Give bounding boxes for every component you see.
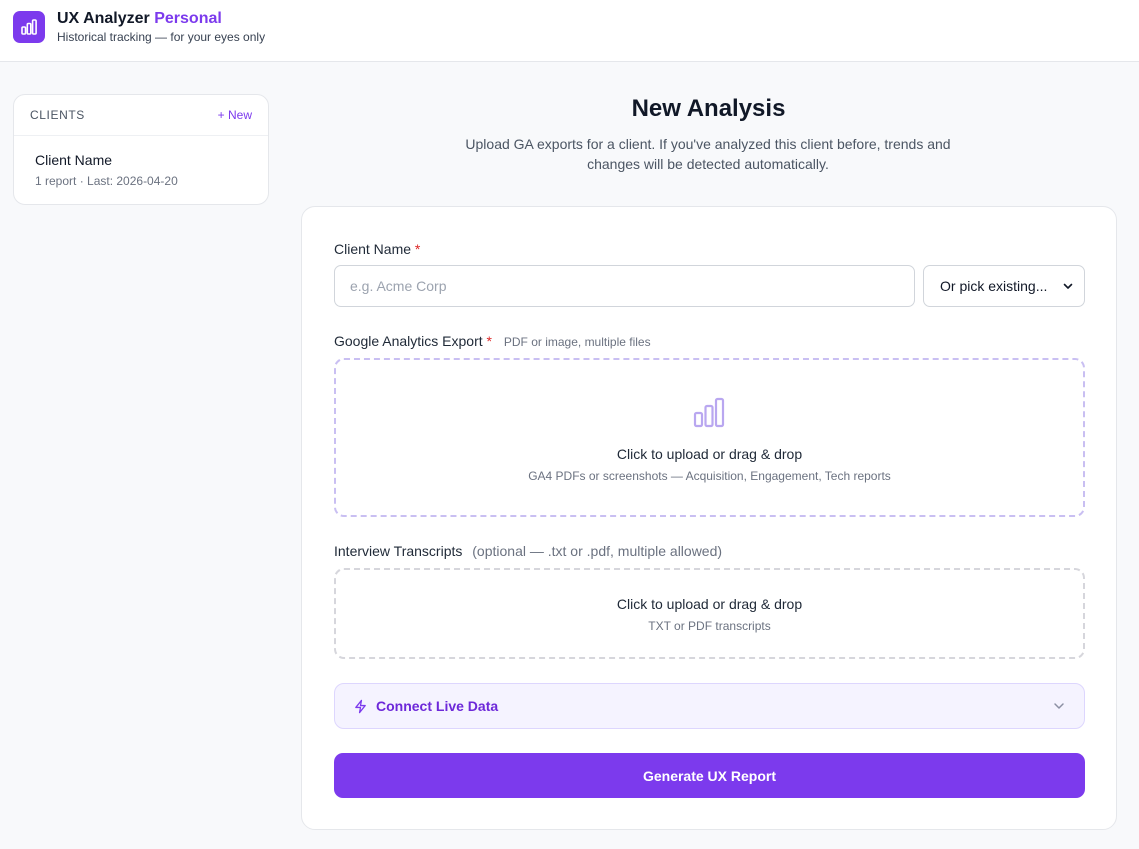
ga-upload-dropzone[interactable]: Click to upload or drag & drop GA4 PDFs … xyxy=(334,358,1085,517)
connect-live-data-toggle[interactable]: Connect Live Data xyxy=(334,683,1085,729)
client-name-label-text: Client Name xyxy=(334,241,412,257)
page-title: New Analysis xyxy=(631,95,786,122)
transcripts-label-text: Interview Transcripts xyxy=(334,543,463,559)
transcripts-dropzone-subtitle: TXT or PDF transcripts xyxy=(648,619,771,633)
client-meta: 1 report · Last: 2026-04-20 xyxy=(35,174,178,188)
pick-existing-label: Or pick existing... xyxy=(940,278,1048,294)
client-name-label: Client Name * xyxy=(334,241,420,257)
app-title: UX Analyzer Personal xyxy=(57,10,222,28)
clients-section-label: CLIENTS xyxy=(30,108,85,122)
app-name: UX Analyzer xyxy=(57,10,150,27)
client-name-input[interactable] xyxy=(334,265,915,307)
transcripts-dropzone-title: Click to upload or drag & drop xyxy=(616,596,803,612)
bar-chart-icon xyxy=(693,397,725,428)
ga-export-label: Google Analytics Export * PDF or image, … xyxy=(334,333,651,349)
connect-live-data-label: Connect Live Data xyxy=(376,698,499,714)
bar-chart-icon xyxy=(21,19,37,35)
app-subtitle: Historical tracking — for your eyes only xyxy=(57,30,266,44)
required-mark: * xyxy=(486,333,492,349)
generate-report-button[interactable]: Generate UX Report xyxy=(334,753,1085,798)
ga-export-hint: PDF or image, multiple files xyxy=(503,335,651,349)
analysis-form: Client Name * Or pick existing... Google… xyxy=(301,206,1117,830)
clients-panel-header: CLIENTS + New xyxy=(14,95,268,136)
ga-export-label-text: Google Analytics Export xyxy=(334,333,483,349)
ga-dropzone-subtitle: GA4 PDFs or screenshots — Acquisition, E… xyxy=(528,469,891,483)
app-logo[interactable] xyxy=(13,11,45,43)
ga-dropzone-title: Click to upload or drag & drop xyxy=(616,446,803,462)
lightning-icon xyxy=(355,699,366,713)
transcripts-hint: (optional — .txt or .pdf, multiple allow… xyxy=(472,543,723,559)
transcripts-upload-dropzone[interactable]: Click to upload or drag & drop TXT or PD… xyxy=(334,568,1085,659)
app-name-accent: Personal xyxy=(154,10,222,27)
chevron-down-icon xyxy=(1054,703,1064,709)
required-mark: * xyxy=(414,241,421,257)
clients-panel: CLIENTS + New Client Name 1 report · Las… xyxy=(13,94,269,205)
client-name: Client Name xyxy=(35,152,113,168)
pick-existing-client-select[interactable]: Or pick existing... xyxy=(923,265,1085,307)
transcripts-label: Interview Transcripts (optional — .txt o… xyxy=(334,543,722,559)
new-client-button[interactable]: + New xyxy=(218,108,252,122)
chevron-down-icon xyxy=(1063,283,1073,289)
client-list-item[interactable]: Client Name 1 report · Last: 2026-04-20 xyxy=(14,136,268,188)
app-header: UX Analyzer Personal Historical tracking… xyxy=(0,0,1139,62)
page-description: Upload GA exports for a client. If you'v… xyxy=(465,136,951,172)
